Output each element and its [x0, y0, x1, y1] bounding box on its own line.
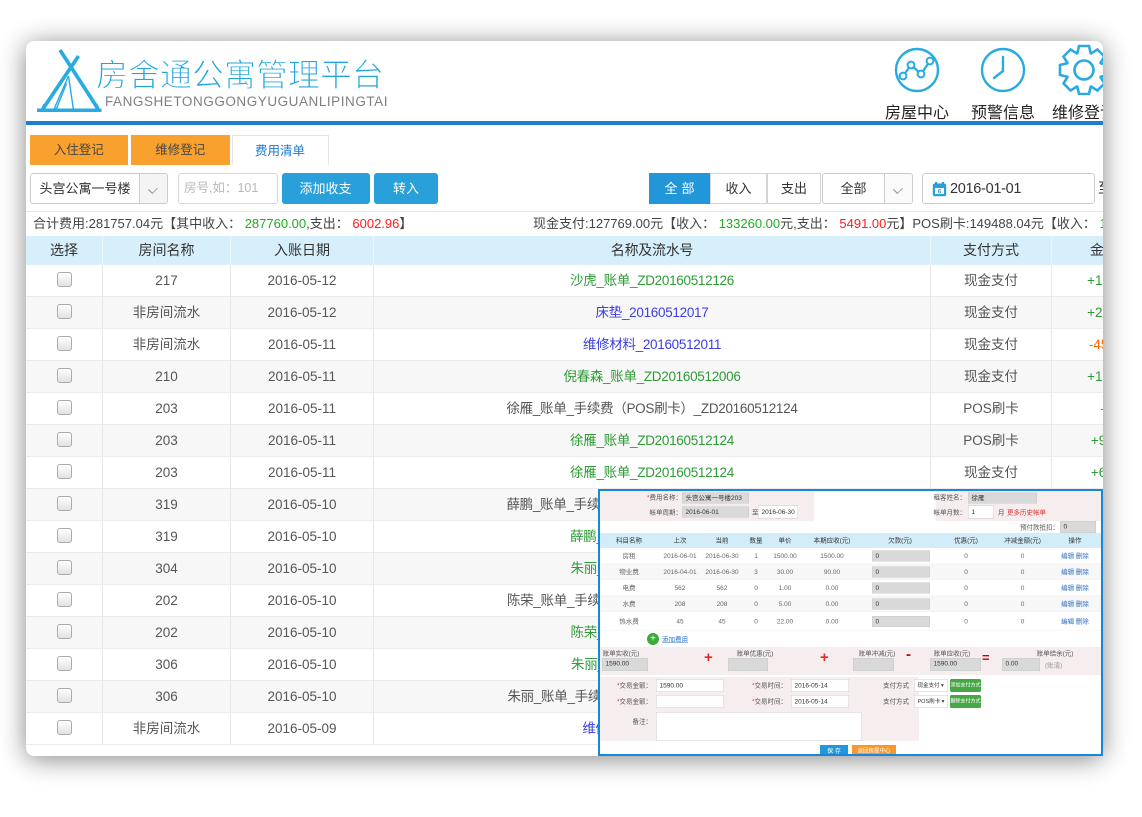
svg-text:6: 6 [938, 188, 942, 195]
